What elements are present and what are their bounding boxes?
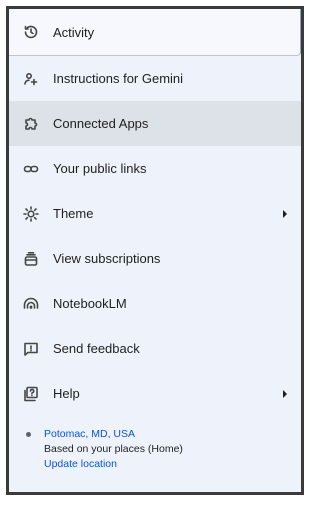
settings-menu: Activity Instructions for Gemini Connect… bbox=[9, 9, 301, 416]
menu-item-label: View subscriptions bbox=[53, 251, 161, 266]
menu-item-label: NotebookLM bbox=[53, 296, 127, 311]
menu-item-view-subscriptions[interactable]: View subscriptions bbox=[9, 236, 301, 281]
menu-item-your-public-links[interactable]: Your public links bbox=[9, 146, 301, 191]
location-dot-icon bbox=[26, 432, 31, 437]
link-icon bbox=[21, 159, 41, 179]
submenu-arrow-icon bbox=[283, 389, 287, 398]
menu-item-label: Activity bbox=[53, 24, 95, 40]
menu-item-instructions-for-gemini[interactable]: Instructions for Gemini bbox=[9, 56, 301, 101]
feedback-icon bbox=[21, 339, 41, 359]
menu-item-connected-apps[interactable]: Connected Apps bbox=[9, 101, 301, 146]
submenu-arrow-icon bbox=[283, 209, 287, 218]
menu-item-label: Your public links bbox=[53, 161, 147, 176]
menu-item-label: Help bbox=[53, 386, 80, 401]
subscriptions-icon bbox=[21, 249, 41, 269]
history-icon bbox=[21, 22, 41, 42]
puzzle-icon bbox=[21, 114, 41, 134]
settings-menu-panel: Activity Instructions for Gemini Connect… bbox=[6, 6, 304, 495]
menu-item-label: Theme bbox=[53, 206, 94, 221]
person-instructions-icon bbox=[21, 69, 41, 89]
menu-item-send-feedback[interactable]: Send feedback bbox=[9, 326, 301, 371]
menu-item-theme[interactable]: Theme bbox=[9, 191, 301, 236]
menu-item-label: Connected Apps bbox=[53, 116, 149, 131]
menu-item-help[interactable]: Help bbox=[9, 371, 301, 416]
menu-item-notebooklm[interactable]: NotebookLM bbox=[9, 281, 301, 326]
location-place-link[interactable]: Potomac, MD, USA bbox=[44, 427, 301, 442]
location-info: Potomac, MD, USA Based on your places (H… bbox=[9, 427, 301, 472]
notebooklm-icon bbox=[21, 294, 41, 314]
menu-item-label: Send feedback bbox=[53, 341, 140, 356]
sun-theme-icon bbox=[21, 204, 41, 224]
location-source: Based on your places (Home) bbox=[44, 443, 183, 455]
help-icon bbox=[21, 384, 41, 404]
location-text: Potomac, MD, USA Based on your places (H… bbox=[44, 427, 301, 472]
menu-item-label: Instructions for Gemini bbox=[53, 71, 184, 86]
update-location-link[interactable]: Update location bbox=[44, 457, 301, 472]
menu-item-activity[interactable]: Activity bbox=[9, 9, 301, 56]
